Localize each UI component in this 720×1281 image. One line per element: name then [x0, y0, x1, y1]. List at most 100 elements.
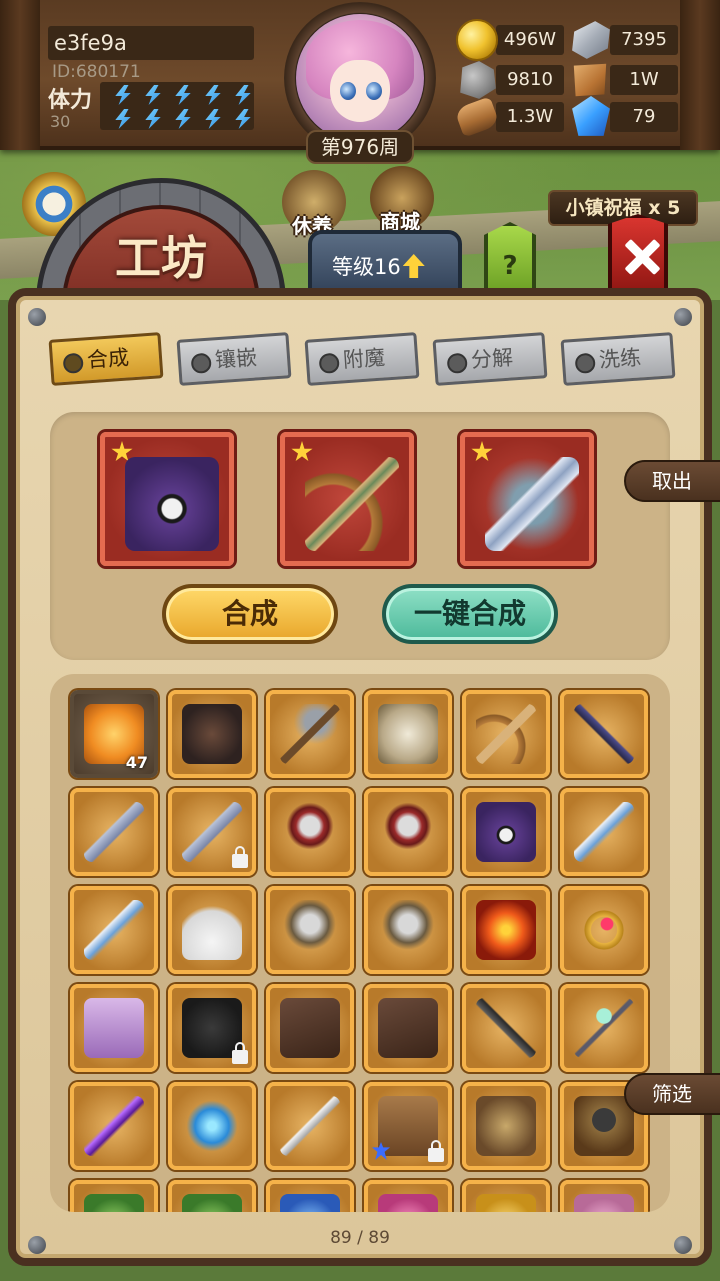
lock-icon	[232, 846, 248, 868]
synthesize-button[interactable]: 合成	[162, 584, 338, 644]
inventory-slot[interactable]	[266, 1180, 354, 1212]
leather-icon	[573, 63, 607, 97]
holster-icon	[280, 998, 340, 1058]
currency-gold[interactable]: 496W	[456, 19, 564, 61]
player-id: ID:680171	[52, 62, 141, 82]
laser-rifle-icon	[84, 900, 144, 960]
inventory-slot[interactable]	[70, 984, 158, 1072]
take-out-button[interactable]: 取出	[624, 460, 720, 502]
inventory-slot[interactable]	[560, 1180, 648, 1212]
currency-wood[interactable]: 1.3W	[454, 96, 564, 138]
tab-decompose[interactable]: 分解	[432, 332, 548, 386]
battle-axe-icon	[378, 802, 438, 862]
tab-refine[interactable]: 洗练	[560, 332, 676, 386]
inventory-slot[interactable]	[168, 984, 256, 1072]
tab-enchant[interactable]: 附魔	[304, 332, 420, 386]
inventory-slot[interactable]	[560, 886, 648, 974]
synthesis-slot-1[interactable]	[100, 432, 234, 566]
bow-icon	[305, 457, 399, 551]
bow-icon	[476, 704, 536, 764]
inventory-slot[interactable]	[560, 788, 648, 876]
pink-shell-icon	[574, 1194, 634, 1212]
currency-silver[interactable]: 7395	[570, 21, 678, 59]
inventory-slot[interactable]	[462, 788, 550, 876]
wind-axe-icon	[378, 900, 438, 960]
lightning-icon	[175, 85, 191, 105]
filter-button[interactable]: 筛选	[624, 1073, 720, 1115]
inventory-slot[interactable]	[462, 1180, 550, 1212]
inventory-slot[interactable]	[560, 984, 648, 1072]
inventory-slot[interactable]	[364, 984, 452, 1072]
lightning-icon	[205, 109, 221, 129]
inventory-slot[interactable]	[462, 984, 550, 1072]
inventory-slot[interactable]	[70, 788, 158, 876]
gold-crown-icon	[476, 1194, 536, 1212]
help-button[interactable]: ?	[484, 222, 536, 294]
silver-ingot-icon	[572, 21, 610, 59]
player-name: e3fe9a	[48, 26, 254, 60]
avatar[interactable]	[296, 14, 424, 142]
void-dagger-icon	[84, 1096, 144, 1156]
skull-book-icon	[125, 457, 219, 551]
inventory-slot[interactable]	[560, 690, 648, 778]
wood-log-icon	[454, 96, 500, 138]
jade-scepter-icon	[574, 998, 634, 1058]
inventory-slot[interactable]	[70, 1180, 158, 1212]
tab-inlay[interactable]: 镶嵌	[176, 332, 292, 386]
synthesis-slot-2[interactable]	[280, 432, 414, 566]
inventory-slot[interactable]	[168, 690, 256, 778]
inventory-slot[interactable]	[364, 1180, 452, 1212]
dark-crossbow-icon	[574, 704, 634, 764]
inventory-slot[interactable]	[266, 886, 354, 974]
feather-fan-icon	[182, 900, 242, 960]
inventory-page-count: 89 / 89	[330, 1228, 390, 1248]
inventory-grid: 47	[70, 690, 648, 1212]
green-orb-icon	[182, 1194, 242, 1212]
currency-leather[interactable]: 1W	[570, 63, 678, 97]
inventory-slot[interactable]	[462, 690, 550, 778]
inventory-slot[interactable]	[168, 886, 256, 974]
inventory-slot[interactable]: 47	[70, 690, 158, 778]
synthesis-slot-3[interactable]	[460, 432, 594, 566]
stamina-label: 体力	[48, 88, 93, 113]
inventory-slot[interactable]	[364, 1082, 452, 1170]
inventory-slot[interactable]	[70, 886, 158, 974]
inventory-slot[interactable]	[70, 1082, 158, 1170]
inventory-slot[interactable]	[364, 788, 452, 876]
fire-staff-icon	[476, 900, 536, 960]
inventory-slot[interactable]	[266, 984, 354, 1072]
inventory-slot[interactable]	[168, 1180, 256, 1212]
ruby-ring-icon	[574, 900, 634, 960]
inventory-slot[interactable]	[266, 690, 354, 778]
inventory-slot[interactable]	[364, 886, 452, 974]
stamina-value: 30	[50, 112, 71, 131]
player-header: e3fe9a ID:680171 体力 30 496W 7395 9810 1W	[0, 0, 720, 154]
close-button[interactable]	[608, 214, 668, 298]
currency-crystal-value: 79	[610, 102, 678, 132]
dark-helm-icon	[182, 704, 242, 764]
lightning-icon	[115, 109, 131, 129]
currency-leather-value: 1W	[610, 65, 678, 95]
inventory-slot[interactable]	[266, 788, 354, 876]
currency-wood-value: 1.3W	[496, 102, 564, 132]
workshop-level[interactable]: 等级16	[308, 230, 462, 294]
inventory-slot[interactable]	[266, 1082, 354, 1170]
wind-axe-icon	[280, 900, 340, 960]
lightning-icon	[235, 85, 251, 105]
tab-synthesis[interactable]: 合成	[48, 332, 164, 386]
lightning-icon	[145, 85, 161, 105]
one-key-synthesize-button[interactable]: 一键合成	[382, 584, 558, 644]
currency-ore[interactable]: 9810	[456, 61, 564, 99]
leaf-shield-icon	[378, 704, 438, 764]
inventory-slot[interactable]	[364, 690, 452, 778]
currency-ore-value: 9810	[496, 65, 564, 95]
holster-icon	[378, 998, 438, 1058]
close-icon	[626, 240, 658, 274]
inventory-slot[interactable]	[168, 1082, 256, 1170]
currency-crystal[interactable]: 79	[570, 96, 678, 136]
lightning-icon	[175, 109, 191, 129]
inventory-slot[interactable]	[168, 788, 256, 876]
item-count: 47	[125, 753, 148, 772]
inventory-slot[interactable]	[462, 886, 550, 974]
inventory-slot[interactable]	[462, 1082, 550, 1170]
